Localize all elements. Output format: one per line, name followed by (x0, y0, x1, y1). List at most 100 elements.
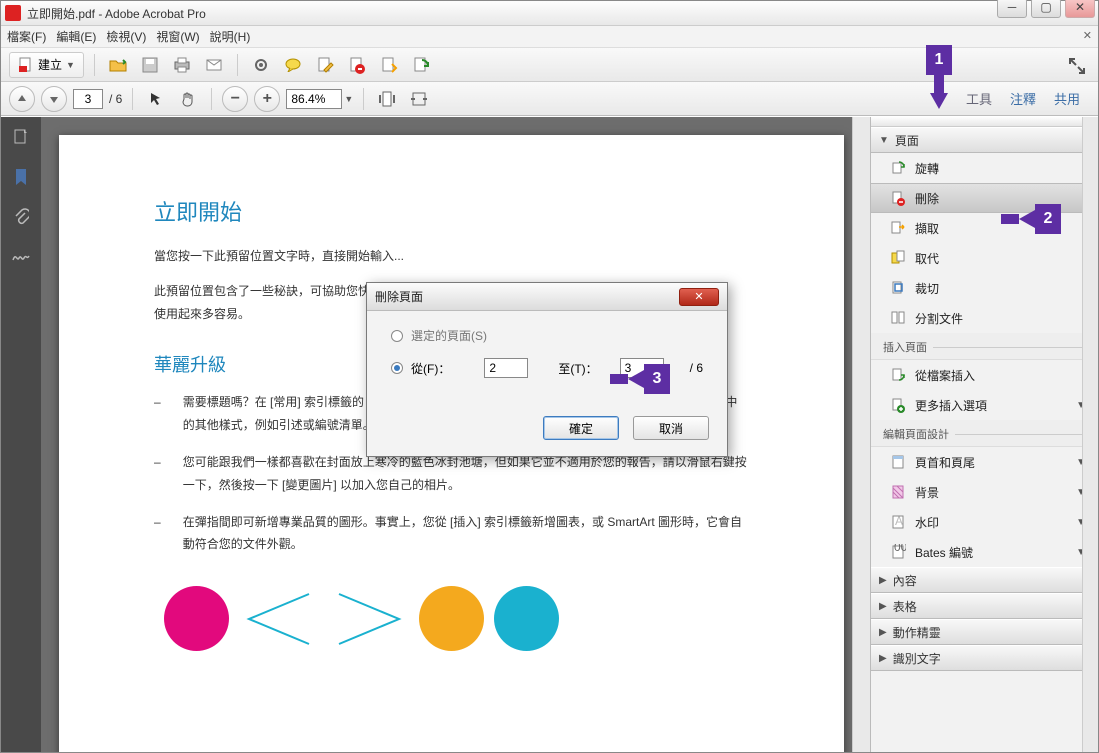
zoom-input[interactable] (286, 89, 342, 109)
zoom-out-button[interactable]: − (222, 86, 248, 112)
email-button[interactable] (201, 52, 227, 78)
hand-tool-button[interactable] (175, 86, 201, 112)
menu-window[interactable]: 視窗(W) (156, 28, 199, 45)
create-button[interactable]: 建立 ▼ (9, 52, 84, 78)
page-delete-icon (348, 56, 366, 74)
fit-page-button[interactable] (374, 86, 400, 112)
folder-open-icon (109, 56, 127, 74)
cyan-circle-icon (494, 586, 559, 651)
ok-button[interactable]: 確定 (543, 416, 619, 440)
section-tables[interactable]: ▶表格 (871, 593, 1098, 619)
left-nav-rail (1, 117, 41, 752)
subhead-insert: 插入頁面 (871, 333, 1098, 360)
menu-edit[interactable]: 編輯(E) (56, 28, 96, 45)
item-replace[interactable]: 取代 (871, 243, 1098, 273)
close-angle-icon (329, 589, 409, 649)
thumbnails-tab[interactable] (10, 126, 32, 148)
create-pdf-icon (18, 57, 34, 73)
highlight-button[interactable] (280, 52, 306, 78)
signatures-tab[interactable] (10, 246, 32, 268)
item-insert-from-file[interactable]: 從檔案插入 (871, 360, 1098, 390)
select-tool-button[interactable] (143, 86, 169, 112)
item-label: 擷取 (915, 220, 939, 237)
page-rotate-icon (412, 56, 430, 74)
maximize-button[interactable]: ▢ (1031, 0, 1061, 18)
delete-page-button[interactable] (344, 52, 370, 78)
replace-icon (889, 249, 907, 267)
cursor-icon (148, 91, 164, 107)
section-content[interactable]: ▶內容 (871, 567, 1098, 593)
dialog-close-button[interactable]: ✕ (679, 288, 719, 306)
tab-tools[interactable]: 工具 (966, 89, 992, 108)
item-split[interactable]: 分割文件 (871, 303, 1098, 333)
separator (211, 88, 212, 110)
item-label: Bates 編號 (915, 544, 973, 561)
zoom-caret-icon[interactable]: ▼ (344, 94, 353, 104)
minimize-button[interactable]: ─ (997, 0, 1027, 18)
bullet: – (154, 391, 161, 437)
bookmarks-tab[interactable] (10, 166, 32, 188)
arrow-down-icon (49, 94, 59, 104)
split-icon (889, 309, 907, 327)
text: 此預留位置包含了一些秘訣，可協助您快速... (154, 284, 392, 298)
open-button[interactable] (105, 52, 131, 78)
dialog-title: 刪除頁面 (375, 288, 423, 305)
item-label: 分割文件 (915, 310, 963, 327)
gear-icon (252, 56, 270, 74)
tab-share[interactable]: 共用 (1054, 89, 1080, 108)
doc-scrollbar[interactable] (852, 117, 870, 752)
print-button[interactable] (169, 52, 195, 78)
item-delete[interactable]: 刪除 (871, 183, 1098, 213)
settings-button[interactable] (248, 52, 274, 78)
crop-icon (889, 279, 907, 297)
section-pages[interactable]: ▼頁面 (871, 127, 1098, 153)
item-watermark[interactable]: A水印▼ (871, 507, 1098, 537)
fullscreen-button[interactable] (1064, 53, 1090, 79)
comment-bubble-icon (284, 58, 302, 72)
item-label: 背景 (915, 484, 939, 501)
item-label: 刪除 (915, 190, 939, 207)
cancel-button[interactable]: 取消 (633, 416, 709, 440)
save-button[interactable] (137, 52, 163, 78)
rotate-page-button[interactable] (408, 52, 434, 78)
signature-icon (11, 250, 31, 264)
panel-scrollbar[interactable] (1082, 117, 1098, 752)
extract-page-button[interactable] (376, 52, 402, 78)
next-page-button[interactable] (41, 86, 67, 112)
zoom-in-button[interactable]: + (254, 86, 280, 112)
item-background[interactable]: 背景▼ (871, 477, 1098, 507)
fit-width-button[interactable] (406, 86, 432, 112)
section-recognize[interactable]: ▶識別文字 (871, 645, 1098, 671)
bates-icon: 0012 (889, 543, 907, 561)
svg-text:0012: 0012 (894, 544, 906, 554)
from-page-input[interactable] (484, 358, 528, 378)
option-selected-pages[interactable]: 選定的頁面(S) (391, 327, 707, 344)
edit-page-icon (316, 56, 334, 74)
chevron-down-icon: ▼ (879, 135, 889, 146)
to-label: 至(T)： (558, 360, 597, 377)
item-more-insert[interactable]: 更多插入選項▼ (871, 390, 1098, 420)
dialog-body: 選定的頁面(S) 從(F)： 至(T)： / 6 (367, 311, 727, 408)
form-button[interactable] (312, 52, 338, 78)
item-label: 從檔案插入 (915, 367, 975, 384)
item-rotate[interactable]: 旋轉 (871, 153, 1098, 183)
doc-heading-1: 立即開始 (154, 195, 749, 227)
menubar-close-icon[interactable]: ✕ (1083, 29, 1092, 42)
prev-page-button[interactable] (9, 86, 35, 112)
app-icon (5, 5, 21, 21)
menu-file[interactable]: 檔案(F) (7, 28, 46, 45)
arrow-head-icon (1019, 210, 1035, 228)
arrow-stem (934, 75, 944, 93)
item-crop[interactable]: 裁切 (871, 273, 1098, 303)
page-number-input[interactable] (73, 89, 103, 109)
item-bates[interactable]: 0012Bates 編號▼ (871, 537, 1098, 567)
item-extract[interactable]: 擷取 (871, 213, 1098, 243)
item-header-footer[interactable]: 頁首和頁尾▼ (871, 447, 1098, 477)
attachments-tab[interactable] (10, 206, 32, 228)
close-button[interactable]: ✕ (1065, 0, 1095, 18)
menu-help[interactable]: 說明(H) (210, 28, 251, 45)
tab-comments[interactable]: 注釋 (1010, 89, 1036, 108)
menu-view[interactable]: 檢視(V) (106, 28, 146, 45)
section-wizard[interactable]: ▶動作精靈 (871, 619, 1098, 645)
radio-off-icon (391, 330, 403, 342)
